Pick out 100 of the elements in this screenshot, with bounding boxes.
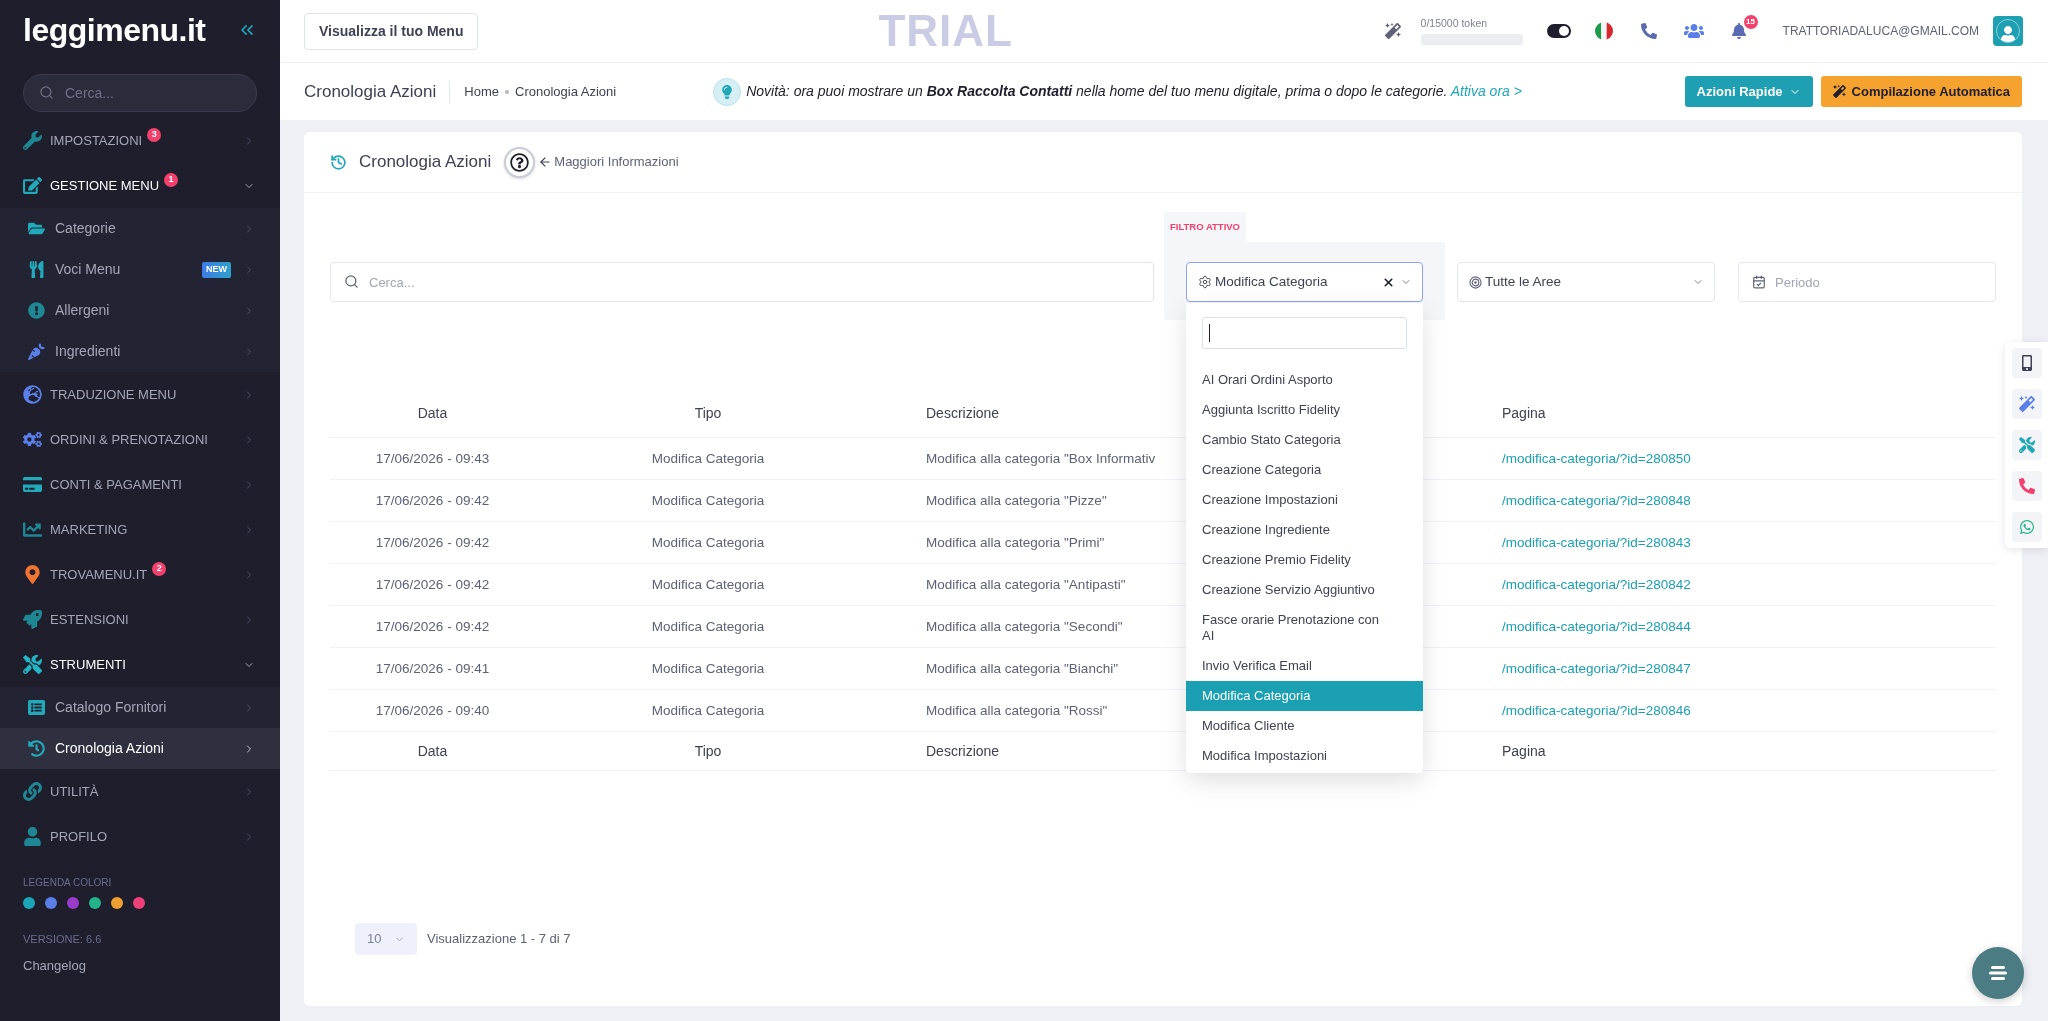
link-icon	[23, 782, 42, 801]
nav-item[interactable]: MARKETING	[0, 507, 280, 552]
table-cell: 17/06/2026 - 09:42	[375, 619, 490, 634]
dropdown-option[interactable]: Cambio Stato Categoria	[1186, 425, 1423, 455]
column-header: Descrizione	[926, 405, 1000, 422]
table-cell: Modifica Categoria	[651, 703, 765, 718]
table-cell: Modifica alla categoria "Box Informativ	[926, 451, 1156, 466]
table-cell: Modifica alla categoria "Rossi"	[926, 703, 1108, 718]
arrow-left-icon	[538, 155, 553, 169]
history-icon	[28, 740, 45, 757]
filter-active-label: FILTRO ATTIVO	[1164, 212, 1246, 242]
version-label: VERSIONE: 6.6	[23, 933, 103, 946]
nav-item[interactable]: TROVAMENU.IT 2	[0, 552, 280, 597]
table-cell: Modifica Categoria	[651, 619, 765, 634]
table-cell: Modifica alla categoria "Secondi"	[926, 619, 1123, 634]
nav-subitem[interactable]: Catalogo Fornitori	[0, 687, 280, 728]
count-badge: 2	[152, 561, 167, 576]
table-cell: 17/06/2026 - 09:42	[375, 535, 490, 550]
new-tag: NEW	[202, 261, 231, 278]
nav-item[interactable]: STRUMENTI	[0, 642, 280, 687]
dropdown-option[interactable]: AI Orari Ordini Asporto	[1186, 365, 1423, 395]
nav-item[interactable]: IMPOSTAZIONI 3	[0, 118, 280, 163]
magic-wand-icon[interactable]	[1384, 23, 1401, 39]
period-field[interactable]: Periodo	[1738, 262, 1996, 302]
magic-wand-icon	[1832, 85, 1846, 98]
edit-icon	[23, 176, 42, 195]
flag-icon[interactable]	[1594, 22, 1613, 40]
nav-item[interactable]: UTILITÀ	[0, 769, 280, 814]
dropdown-option[interactable]: Fasce orarie Prenotazione con AI	[1186, 605, 1423, 651]
table-cell: Modifica Categoria	[651, 535, 765, 550]
dropdown-option[interactable]: Modifica Impostazioni	[1186, 741, 1423, 771]
dropdown-option[interactable]: Creazione Premio Fidelity	[1186, 545, 1423, 575]
column-header: Descrizione	[926, 742, 1000, 759]
table-cell: 17/06/2026 - 09:42	[375, 493, 490, 508]
count-badge: 3	[147, 127, 162, 142]
rocket-icon	[23, 610, 42, 629]
pagination-info: Visualizzazione 1 - 7 di 7	[427, 930, 571, 949]
chat-bubble-icon	[2018, 519, 2035, 535]
type-select[interactable]: Modifica Categoria	[1186, 262, 1423, 302]
nav-item[interactable]: ORDINI & PRENOTAZIONI	[0, 417, 280, 462]
nav-subitem[interactable]: Allergeni	[0, 290, 280, 331]
more-info-link[interactable]: Maggiori Informazioni	[538, 152, 679, 172]
view-menu-button[interactable]: Visualizza il tuo Menu	[304, 12, 479, 50]
column-header: Tipo	[694, 405, 722, 422]
nav-subitem[interactable]: Ingredienti	[0, 331, 280, 372]
folder-icon	[28, 220, 45, 237]
clear-icon[interactable]	[1382, 275, 1395, 289]
logo[interactable]: leggimenu.it	[23, 14, 206, 46]
search-icon	[39, 85, 54, 100]
dropdown-option[interactable]: Creazione Ingrediente	[1186, 515, 1423, 545]
chat-icon	[1988, 965, 2008, 981]
nav-item[interactable]: GESTIONE MENU 1	[0, 163, 280, 208]
nav-item[interactable]: PROFILO	[0, 814, 280, 859]
breadcrumb-current: Cronologia Azioni	[515, 82, 617, 101]
nav-subitem[interactable]: Cronologia Azioni	[0, 728, 280, 769]
search-field[interactable]: Cerca...	[23, 74, 257, 112]
dropdown-search-field[interactable]	[1202, 317, 1407, 349]
user-icon	[23, 827, 42, 846]
column-header: Data	[417, 405, 448, 422]
users-icon[interactable]	[1683, 21, 1704, 41]
table-cell: Modifica alla categoria "Pizze"	[926, 493, 1107, 508]
dropdown-option[interactable]: Aggiunta Iscritto Fidelity	[1186, 395, 1423, 425]
changelog-link[interactable]: Changelog	[23, 958, 86, 973]
help-icon[interactable]	[504, 146, 536, 178]
table-cell: Modifica Categoria	[651, 451, 765, 466]
phone-icon[interactable]	[1640, 23, 1657, 39]
table-cell: Modifica Categoria	[651, 493, 765, 508]
dropdown-option[interactable]: Creazione Servizio Aggiuntivo	[1186, 575, 1423, 605]
avatar-icon[interactable]	[1993, 16, 2023, 46]
exclamation-icon	[28, 302, 45, 319]
bell-icon[interactable]	[1730, 23, 1747, 39]
nav-subitem[interactable]: Voci Menu NEW	[0, 249, 280, 290]
nav-item[interactable]: TRADUZIONE MENU	[0, 372, 280, 417]
target-icon	[1469, 275, 1482, 289]
table-cell: Modifica alla categoria "Antipasti"	[926, 577, 1126, 592]
toolbar-button[interactable]	[2011, 348, 2042, 378]
phone-icon	[2018, 478, 2035, 494]
tools-icon	[2018, 437, 2035, 453]
dropdown-option[interactable]: Modifica Cliente	[1186, 711, 1423, 741]
lightbulb-icon	[713, 77, 742, 106]
dropdown-option[interactable]: Invio Verifica Email	[1186, 651, 1423, 681]
dropdown-option[interactable]: Creazione Impostazioni	[1186, 485, 1423, 515]
nav-item[interactable]: CONTI & PAGAMENTI	[0, 462, 280, 507]
table-cell: Modifica alla categoria "Bianchi"	[926, 661, 1118, 676]
nav-item[interactable]: ESTENSIONI	[0, 597, 280, 642]
table-cell: 17/06/2026 - 09:42	[375, 577, 490, 592]
history-icon	[330, 153, 347, 171]
area-select[interactable]: Tutte le Aree	[1457, 262, 1715, 302]
breadcrumb-link[interactable]: Home	[464, 81, 499, 102]
map-pin-icon	[23, 565, 42, 584]
nav-subitem[interactable]: Categorie	[0, 208, 280, 249]
gears-icon	[23, 430, 42, 449]
globe-icon	[23, 385, 42, 404]
calendar-icon	[1752, 275, 1766, 289]
table-cell: 17/06/2026 - 09:40	[375, 703, 490, 718]
table-cell: 17/06/2026 - 09:43	[375, 451, 490, 466]
auto-fill-button[interactable]: Compilazione Automatica	[1820, 76, 2022, 107]
theme-toggle[interactable]	[1546, 24, 1571, 38]
dropdown-option[interactable]: Creazione Categoria	[1186, 455, 1423, 485]
carrot-icon	[28, 343, 45, 360]
